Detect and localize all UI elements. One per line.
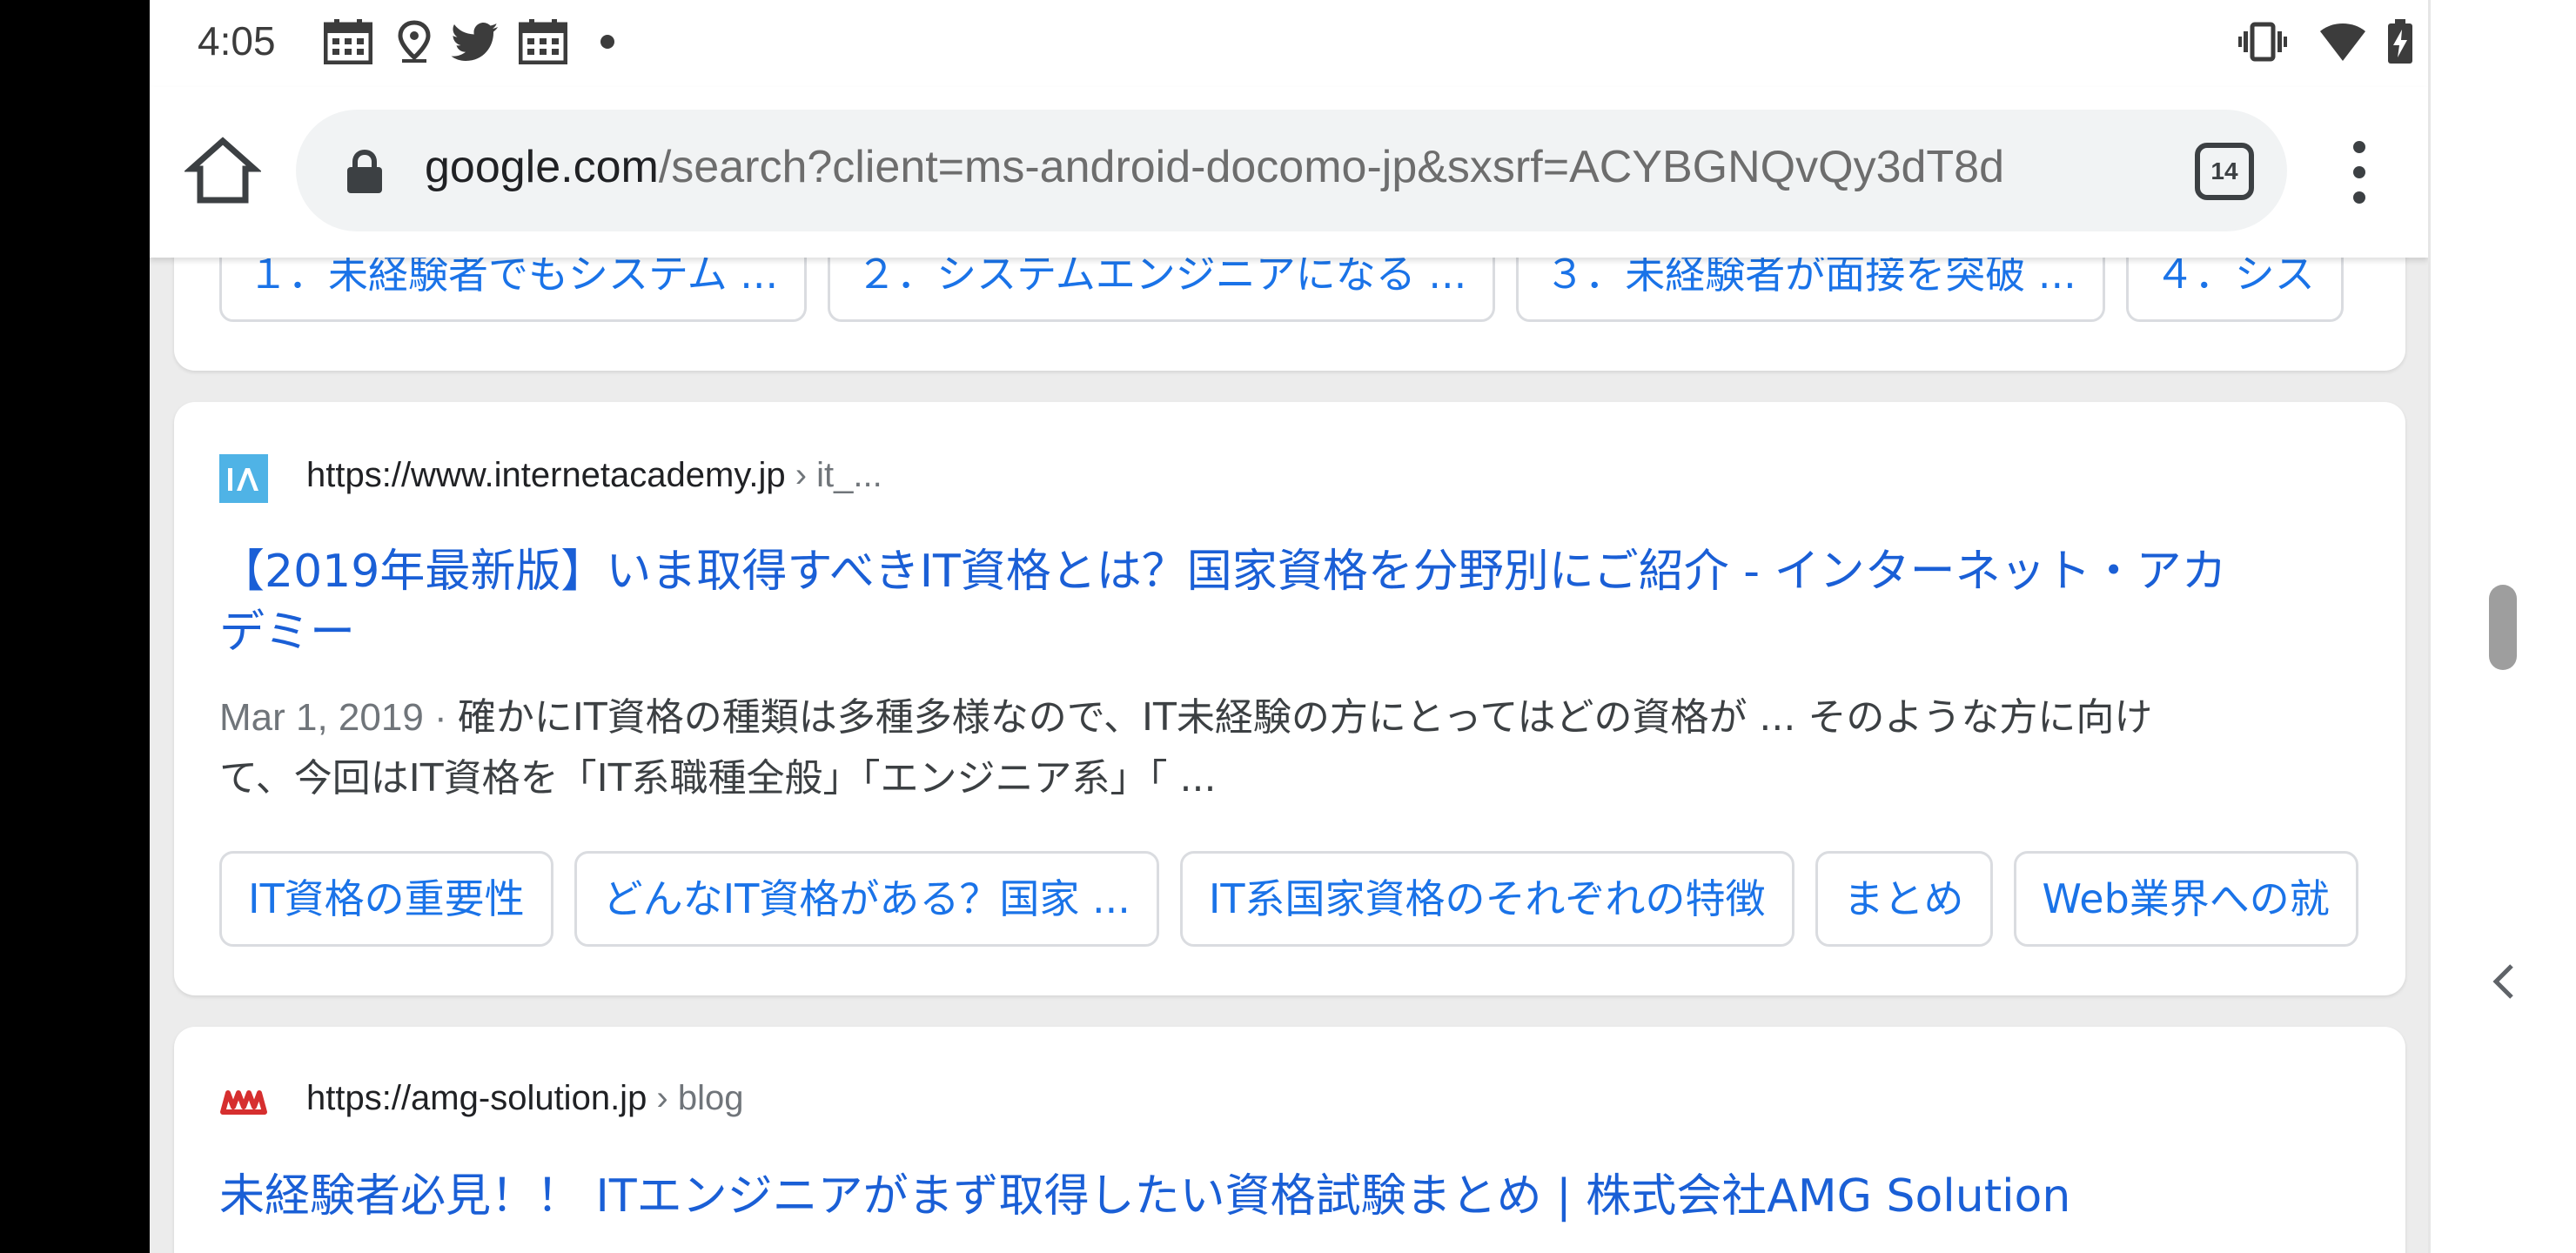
- sitelink-chip[interactable]: まとめ: [1815, 851, 1993, 947]
- result-path: › it_...: [785, 456, 882, 494]
- location-icon: [398, 20, 431, 63]
- sitelink-chip-row: IT資格の重要性 どんなIT資格がある？国家 ... IT系国家資格のそれぞれの特徴…: [219, 851, 2405, 947]
- sitelink-chip[interactable]: IT系国家資格のそれぞれの特徴: [1179, 851, 1794, 947]
- left-black-bar: [0, 0, 150, 1253]
- result-title-link[interactable]: 【2019年最新版】いま取得すべきIT資格とは？国家資格を分野別にご紹介 - イ…: [219, 541, 2227, 663]
- wifi-icon: [2320, 23, 2365, 61]
- internetacademy-favicon: [219, 454, 268, 503]
- vibrate-icon: [2238, 22, 2287, 62]
- battery-charging-icon: [2388, 19, 2412, 64]
- overflow-menu-icon[interactable]: [2343, 139, 2378, 205]
- calendar-icon: [519, 19, 567, 64]
- url-path: /search?client=ms-android-docomo-jp&sxsr…: [658, 142, 2005, 192]
- chevron-left-icon[interactable]: [2489, 962, 2520, 1001]
- result-title-line: デミー: [219, 606, 356, 659]
- lock-icon: [347, 150, 382, 193]
- result-title-line: 【2019年最新版】いま取得すべきIT資格とは？国家資格を分野別にご紹介 - イ…: [219, 546, 2227, 598]
- tab-count: 14: [2210, 157, 2238, 184]
- snippet-line: 確かにIT資格の種類は多種多様なので、IT未経験の方にとってはどの資格が ...…: [457, 695, 2153, 740]
- dot-icon: [600, 35, 614, 49]
- tab-switcher-button[interactable]: 14: [2195, 143, 2254, 200]
- twitter-icon: [451, 23, 498, 61]
- result-date: Mar 1, 2019 ·: [219, 696, 458, 739]
- url-host: google.com: [425, 142, 659, 192]
- snippet-line: て、今回はIT資格を「IT系職種全般」「エンジニア系」「 ...: [219, 756, 1217, 801]
- status-time: 4:05: [198, 18, 276, 64]
- result-url: https://www.internetacademy.jp › it_...: [306, 456, 882, 495]
- address-bar[interactable]: google.com/search?client=ms-android-doco…: [296, 110, 2287, 231]
- url-text[interactable]: google.com/search?client=ms-android-doco…: [425, 141, 2252, 193]
- sitelink-chip[interactable]: IT資格の重要性: [219, 851, 553, 947]
- result-card-internetacademy: https://www.internetacademy.jp › it_... …: [174, 402, 2405, 995]
- scrollbar-handle[interactable]: [2489, 585, 2517, 670]
- result-snippet: Mar 1, 2019 · 確かにIT資格の種類は多種多様なので、IT未経験の方…: [219, 687, 2378, 809]
- amg-solution-favicon: [220, 1090, 267, 1115]
- calendar-icon: [324, 19, 372, 64]
- browser-toolbar: google.com/search?client=ms-android-doco…: [150, 87, 2428, 258]
- result-url: https://amg-solution.jp › blog: [306, 1079, 743, 1118]
- result-path: › blog: [647, 1079, 744, 1117]
- result-domain: https://amg-solution.jp: [306, 1079, 647, 1117]
- sitelink-chip[interactable]: どんなIT資格がある？国家 ...: [574, 851, 1159, 947]
- result-card-amg-solution: https://amg-solution.jp › blog 未経験者必見！！ …: [174, 1027, 2405, 1253]
- menu-dot: [2353, 141, 2365, 153]
- result-domain: https://www.internetacademy.jp: [306, 456, 786, 494]
- window-divider: [2428, 0, 2431, 1253]
- sitelink-chip[interactable]: Web業界への就: [2013, 851, 2358, 947]
- menu-dot: [2353, 191, 2365, 204]
- status-bar: 4:05: [150, 0, 2428, 87]
- home-icon[interactable]: [184, 132, 261, 209]
- browser-window: 4:05 google.com/search?client=ms-android…: [150, 0, 2428, 1253]
- result-title-link[interactable]: 未経験者必見！！ ITエンジニアがまず取得したい資格試験まとめ | 株式会社AM…: [219, 1166, 2070, 1227]
- menu-dot: [2353, 166, 2365, 178]
